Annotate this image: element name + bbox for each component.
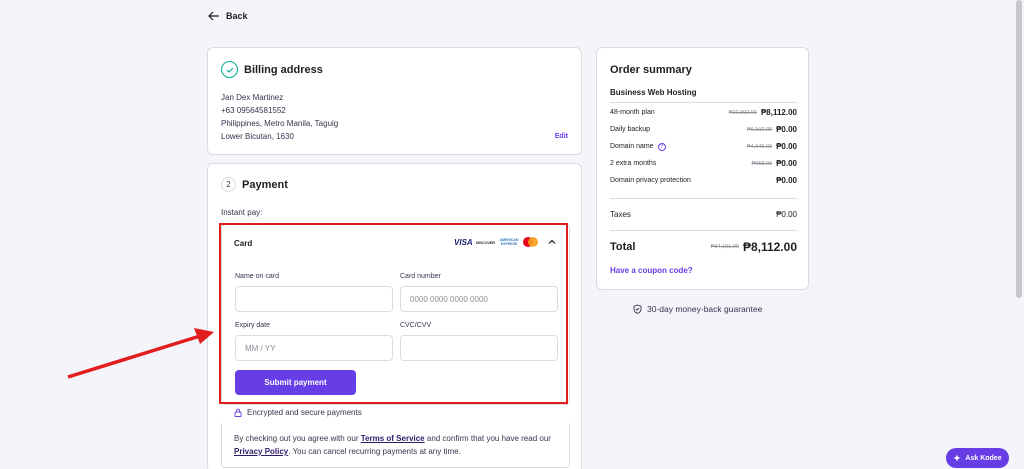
back-label: Back [226, 11, 248, 21]
cvc-input[interactable] [400, 335, 558, 361]
expiry-date-label: Expiry date [235, 322, 271, 329]
name-on-card-label: Name on card [235, 273, 279, 280]
cvc-label: CVC/CVV [400, 322, 432, 329]
row-label: Domain privacy protection [610, 177, 691, 184]
product-name: Business Web Hosting [610, 88, 697, 97]
card-method-title[interactable]: Card [234, 239, 252, 248]
summary-row-backup: Daily backup ₱6,192.00 ₱0.00 [610, 125, 797, 134]
summary-divider [610, 230, 797, 231]
privacy-policy-link[interactable]: Privacy Policy [234, 447, 288, 456]
row-price: ₱0.00 [776, 176, 797, 185]
billing-title: Billing address [221, 61, 323, 78]
card-brand-logos: VISA DISCOVER AMERICAN EXPRESS [454, 237, 557, 247]
annotation-arrow-icon [67, 328, 214, 379]
billing-name: Jan Dex Martinez [221, 93, 284, 102]
card-payment-panel: Card VISA DISCOVER AMERICAN EXPRESS Name… [221, 224, 570, 405]
card-number-label: Card number [400, 273, 441, 280]
taxes-label: Taxes [610, 210, 631, 219]
total-old-price: ₱34,191.00 [710, 244, 739, 250]
shield-check-icon [633, 304, 642, 314]
step-number: 2 [221, 177, 236, 192]
terms-post: . You can cancel recurring payments at a… [288, 447, 461, 456]
row-old-price: ₱958.00 [751, 160, 773, 167]
terms-mid: and confirm that you have read our [424, 434, 551, 443]
expiry-date-input[interactable] [235, 335, 393, 361]
money-back-guarantee: 30-day money-back guarantee [633, 304, 762, 314]
name-on-card-input[interactable] [235, 286, 393, 312]
payment-title-text: Payment [242, 178, 288, 191]
check-icon [221, 61, 238, 78]
lock-icon [234, 408, 242, 417]
visa-logo: VISA [454, 237, 473, 247]
back-link[interactable]: Back [208, 10, 248, 22]
row-label: Domain name [610, 143, 654, 150]
secure-payments-note: Encrypted and secure payments [234, 408, 362, 417]
card-number-input[interactable] [400, 286, 558, 312]
summary-row-domain: Domain name? ₱4,049.00 ₱0.00 [610, 142, 797, 151]
terms-text: By checking out you agree with our Terms… [234, 432, 564, 458]
total-label: Total [610, 241, 636, 253]
billing-title-text: Billing address [244, 63, 323, 76]
terms-of-service-link[interactable]: Terms of Service [361, 434, 425, 443]
row-price: ₱0.00 [776, 125, 797, 134]
summary-divider [610, 198, 797, 199]
billing-city: Lower Bicutan, 1630 [221, 132, 294, 141]
row-price: ₱0.00 [776, 142, 797, 151]
chevron-up-icon[interactable] [547, 237, 557, 247]
payment-section: 2 Payment Instant pay: Card VISA DISCOVE… [207, 163, 582, 469]
row-label: 2 extra months [610, 160, 657, 167]
guarantee-text: 30-day money-back guarantee [647, 304, 763, 314]
payment-title: 2 Payment [221, 177, 288, 192]
row-old-price: ₱22,992.00 [728, 109, 757, 116]
billing-region: Philippines, Metro Manila, Taguig [221, 119, 339, 128]
row-price: ₱8,112.00 [760, 108, 797, 117]
row-old-price: ₱6,192.00 [747, 126, 773, 133]
page-scrollbar[interactable] [1016, 0, 1022, 298]
arrow-left-icon [208, 11, 219, 21]
order-summary-title: Order summary [610, 64, 692, 76]
taxes-value: ₱0.00 [776, 210, 797, 219]
coupon-code-link[interactable]: Have a coupon code? [610, 266, 693, 275]
terms-box: By checking out you agree with our Terms… [221, 423, 570, 468]
summary-row-extra-months: 2 extra months ₱958.00 ₱0.00 [610, 159, 797, 168]
amex-logo: AMERICAN EXPRESS [499, 238, 519, 246]
billing-address-text: Jan Dex Martinez +63 09564581552 Philipp… [221, 91, 338, 143]
ask-kodee-label: Ask Kodee [965, 454, 1002, 462]
row-label: Daily backup [610, 126, 651, 133]
sparkle-icon [953, 454, 961, 462]
row-price: ₱0.00 [776, 159, 797, 168]
summary-row-plan: 48-month plan ₱22,992.00 ₱8,112.00 [610, 108, 797, 117]
total-price: ₱8,112.00 [742, 240, 797, 254]
summary-row-privacy: Domain privacy protection ₱0.00 [610, 176, 797, 185]
billing-phone: +63 09564581552 [221, 106, 286, 115]
total-row: Total ₱34,191.00 ₱8,112.00 [610, 240, 797, 254]
row-old-price: ₱4,049.00 [747, 143, 773, 150]
discover-logo: DISCOVER [475, 239, 496, 245]
billing-address-section: Billing address Jan Dex Martinez +63 095… [207, 47, 582, 155]
terms-pre: By checking out you agree with our [234, 434, 361, 443]
info-icon[interactable]: ? [657, 142, 666, 151]
submit-payment-button[interactable]: Submit payment [235, 370, 356, 395]
order-summary-section: Order summary Business Web Hosting 48-mo… [596, 47, 809, 290]
summary-row-taxes: Taxes ₱0.00 [610, 210, 797, 219]
secure-payments-text: Encrypted and secure payments [247, 408, 362, 417]
mastercard-logo [523, 237, 538, 247]
ask-kodee-button[interactable]: Ask Kodee [946, 448, 1009, 468]
edit-billing-link[interactable]: Edit [555, 133, 568, 140]
summary-divider [610, 102, 797, 103]
instant-pay-label: Instant pay: [221, 208, 263, 217]
row-label: 48-month plan [610, 109, 655, 116]
